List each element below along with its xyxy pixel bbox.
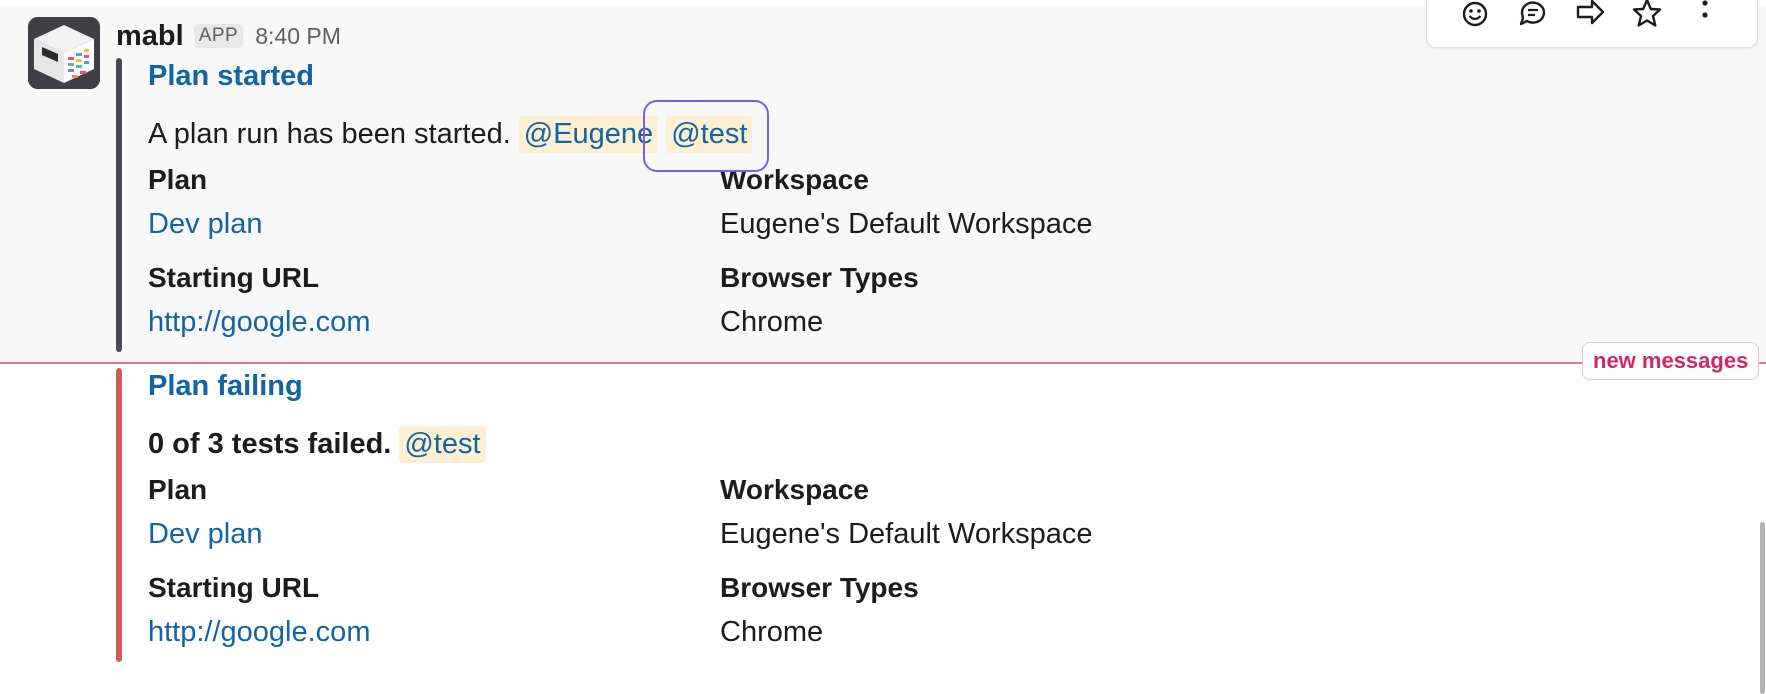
star-icon[interactable] [1631, 0, 1663, 29]
field-label-plan: Plan [148, 474, 208, 505]
mention-eugene[interactable]: @Eugene [518, 116, 659, 153]
field-value-starting-url[interactable]: http://google.com [148, 616, 370, 649]
avatar[interactable] [28, 17, 100, 89]
attachment-text: 0 of 3 tests failed. @test [148, 426, 486, 463]
field-label-browser-types: Browser Types [720, 572, 919, 603]
attachment-title[interactable]: Plan failing [148, 370, 303, 403]
field-value-browser-types: Chrome [720, 306, 824, 338]
mabl-logo-icon [28, 17, 100, 89]
emoji-reaction-icon[interactable] [1460, 0, 1492, 29]
mention-test[interactable]: @test [399, 426, 486, 463]
field-label-plan: Plan [148, 164, 208, 195]
share-icon[interactable] [1574, 0, 1606, 29]
scrollbar[interactable] [1760, 522, 1765, 694]
reply-thread-icon[interactable] [1517, 0, 1549, 29]
new-messages-label[interactable]: new messages [1582, 342, 1760, 380]
field-label-workspace: Workspace [720, 474, 869, 505]
attachment-color-bar [116, 58, 122, 352]
field-value-browser-types: Chrome [720, 616, 824, 648]
field-value-plan[interactable]: Dev plan [148, 208, 262, 241]
field-value-workspace: Eugene's Default Workspace [720, 208, 1093, 240]
app-badge: APP [193, 24, 244, 48]
sender-name[interactable]: mabl [116, 20, 184, 53]
attachment-message: A plan run has been started. [148, 118, 511, 150]
mention-focus-ring [643, 100, 769, 172]
field-value-workspace: Eugene's Default Workspace [720, 518, 1093, 550]
field-label-browser-types: Browser Types [720, 262, 919, 293]
new-messages-divider [0, 362, 1766, 364]
attachment-message: 0 of 3 tests failed. [148, 428, 392, 460]
attachment-color-bar [116, 368, 122, 662]
field-value-plan[interactable]: Dev plan [148, 518, 262, 551]
attachment-title[interactable]: Plan started [148, 60, 314, 93]
field-label-starting-url: Starting URL [148, 572, 320, 603]
field-value-starting-url[interactable]: http://google.com [148, 306, 370, 339]
message-actions-toolbar [1426, 0, 1758, 48]
message-timestamp[interactable]: 8:40 PM [255, 23, 341, 50]
message-header: mabl APP 8:40 PM [116, 16, 341, 56]
more-actions-icon[interactable] [1689, 0, 1721, 29]
field-label-starting-url: Starting URL [148, 262, 320, 293]
